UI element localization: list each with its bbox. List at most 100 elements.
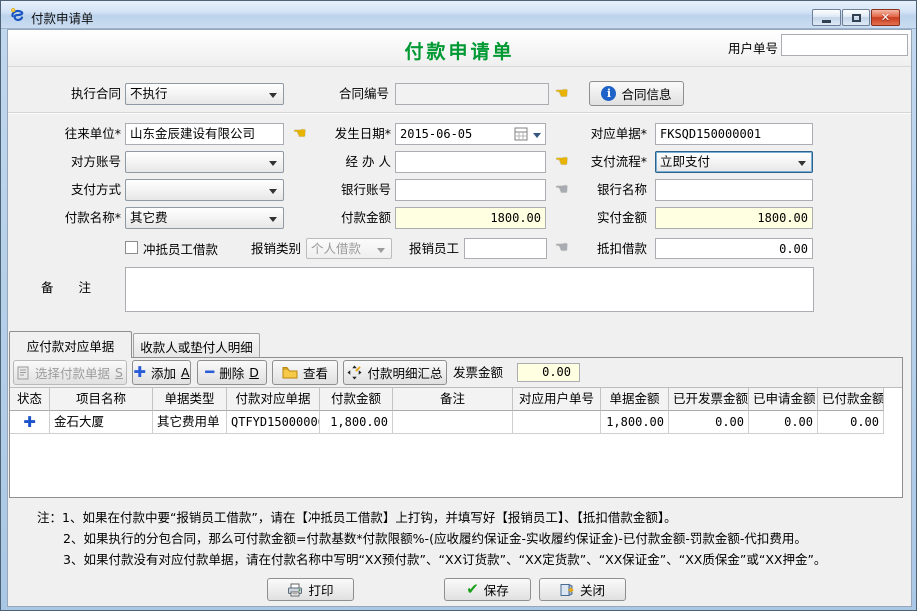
close-button[interactable]: ✕	[871, 9, 900, 26]
view-label: 查看	[303, 363, 328, 382]
column-header-doc-type[interactable]: 单据类型	[153, 388, 227, 411]
doc-no-input[interactable]: FKSQD150000001	[655, 123, 813, 145]
pay-detail-summary-button[interactable]: 付款明细汇总	[343, 360, 447, 385]
add-button[interactable]: ✚ 添加A	[132, 360, 191, 385]
minus-icon: ━	[205, 366, 214, 379]
offset-loan-checkbox[interactable]	[125, 241, 138, 254]
info-icon: i	[601, 86, 616, 101]
column-header-user-doc[interactable]: 对应用户单号	[513, 388, 601, 411]
column-header-remark[interactable]: 备注	[393, 388, 513, 411]
handler-input[interactable]	[395, 151, 546, 173]
hand-picker-icon[interactable]: ☚	[555, 86, 568, 101]
expense-type-label: 报销类别	[241, 238, 301, 260]
pay-amount-input[interactable]: 1800.00	[395, 207, 546, 229]
user-doc-label: 用户单号	[728, 38, 778, 60]
row-expand-plus-icon[interactable]: ✚	[10, 411, 50, 434]
expense-employee-label: 报销员工	[399, 238, 459, 260]
counter-account-label: 对方账号	[31, 151, 121, 173]
exec-contract-select[interactable]: 不执行	[125, 83, 284, 105]
summary-arrows-icon	[347, 365, 362, 380]
app-logo-icon	[9, 7, 25, 23]
bank-name-label: 银行名称	[559, 179, 647, 201]
chevron-down-icon	[269, 217, 277, 222]
maximize-button[interactable]	[842, 9, 870, 26]
user-doc-input[interactable]	[781, 34, 908, 56]
chevron-down-icon	[269, 161, 277, 166]
column-header-pay-doc[interactable]: 付款对应单据	[227, 388, 320, 411]
deduct-loan-input[interactable]: 0.00	[655, 238, 813, 259]
column-header-invoiced[interactable]: 已开发票金额	[669, 388, 749, 411]
invoice-amount-label: 发票金额	[453, 363, 503, 383]
delete-button[interactable]: ━ 删除D	[197, 360, 267, 385]
calendar-icon[interactable]	[514, 127, 528, 141]
contract-no-input[interactable]	[395, 83, 549, 105]
pay-name-select[interactable]: 其它费	[125, 207, 284, 229]
note-line-1: 注：1、如果在付款中要“报销员工借款”，请在【冲抵员工借款】上打钩，并填写好【报…	[37, 507, 905, 528]
column-header-paid[interactable]: 已付款金额	[818, 388, 884, 411]
doc-no-label: 对应单据*	[559, 123, 647, 145]
remark-textarea[interactable]	[125, 267, 814, 312]
cell-doc-amount: 1,800.00	[601, 411, 669, 434]
save-label: 保存	[484, 580, 509, 599]
pay-name-label: 付款名称*	[31, 207, 121, 229]
minimize-icon	[822, 20, 831, 23]
save-button[interactable]: ✔ 保存	[444, 578, 531, 601]
chevron-down-icon	[798, 161, 806, 166]
date-value: 2015-06-05	[400, 127, 472, 141]
column-header-status[interactable]: 状态	[10, 388, 50, 411]
pay-method-label: 支付方式	[31, 179, 121, 201]
contract-no-label: 合同编号	[301, 83, 389, 105]
separator	[8, 112, 911, 114]
column-header-pay-amount[interactable]: 付款金额	[320, 388, 393, 411]
close-form-button[interactable]: 关闭	[539, 578, 626, 601]
column-header-project[interactable]: 项目名称	[50, 388, 153, 411]
column-header-doc-amount[interactable]: 单据金额	[601, 388, 669, 411]
folder-icon	[282, 366, 298, 379]
tab-payee-detail-label: 收款人或垫付人明细	[140, 337, 253, 356]
print-label: 打印	[308, 580, 333, 599]
invoice-amount-input[interactable]: 0.00	[517, 363, 580, 382]
title-bar: 付款申请单 ✕	[1, 1, 917, 29]
offset-loan-label: 冲抵员工借款	[143, 239, 233, 261]
date-input[interactable]: 2015-06-05	[395, 123, 546, 145]
print-button[interactable]: 打印	[267, 578, 354, 601]
cell-doc-type: 其它费用单	[153, 411, 227, 434]
chevron-down-icon	[377, 248, 385, 253]
pay-name-value: 其它费	[130, 210, 168, 225]
pay-flow-select[interactable]: 立即支付	[655, 151, 813, 173]
delete-key: D	[249, 365, 259, 380]
counter-account-select[interactable]	[125, 151, 284, 173]
maximize-icon	[852, 14, 861, 22]
tab-payee-detail[interactable]: 收款人或垫付人明细	[133, 333, 260, 358]
exec-contract-label: 执行合同	[31, 83, 121, 105]
pay-flow-label: 支付流程*	[559, 151, 647, 173]
actual-amount-input[interactable]: 1800.00	[655, 207, 813, 229]
minimize-button[interactable]	[812, 9, 841, 26]
tab-payable-docs[interactable]: 应付款对应单据	[9, 331, 132, 358]
cell-project-name: 金石大厦	[50, 411, 153, 434]
table-row[interactable]: ✚ 金石大厦 其它费用单 QTFYD150000002 1,800.00 1,8…	[10, 411, 902, 434]
counterparty-input[interactable]: 山东金辰建设有限公司	[125, 123, 284, 145]
close-form-label: 关闭	[580, 580, 605, 599]
exec-contract-value: 不执行	[130, 86, 168, 101]
chevron-down-icon[interactable]	[533, 133, 541, 138]
cell-pay-doc-no: QTFYD150000002	[227, 411, 320, 434]
contract-info-button[interactable]: i 合同信息	[589, 81, 684, 106]
view-button[interactable]: 查看	[272, 360, 338, 385]
bank-account-input[interactable]	[395, 179, 546, 201]
select-pay-doc-text: 选择付款单据	[35, 363, 110, 382]
exit-door-icon	[560, 583, 575, 597]
table-header-row: 状态 项目名称 单据类型 付款对应单据 付款金额 备注 对应用户单号 单据金额 …	[10, 388, 902, 411]
expense-employee-input[interactable]	[464, 238, 547, 259]
add-key: A	[181, 365, 190, 380]
window-title: 付款申请单	[31, 8, 94, 27]
expense-type-value: 个人借款	[311, 241, 361, 256]
pay-method-select[interactable]	[125, 179, 284, 201]
chevron-down-icon	[269, 189, 277, 194]
select-pay-doc-button: 选择付款单据S	[13, 360, 127, 385]
bank-name-input[interactable]	[655, 179, 813, 201]
printer-icon	[287, 583, 303, 597]
actual-amount-label: 实付金额	[559, 207, 647, 229]
summary-label: 付款明细汇总	[367, 363, 442, 382]
column-header-applied[interactable]: 已申请金额	[749, 388, 818, 411]
